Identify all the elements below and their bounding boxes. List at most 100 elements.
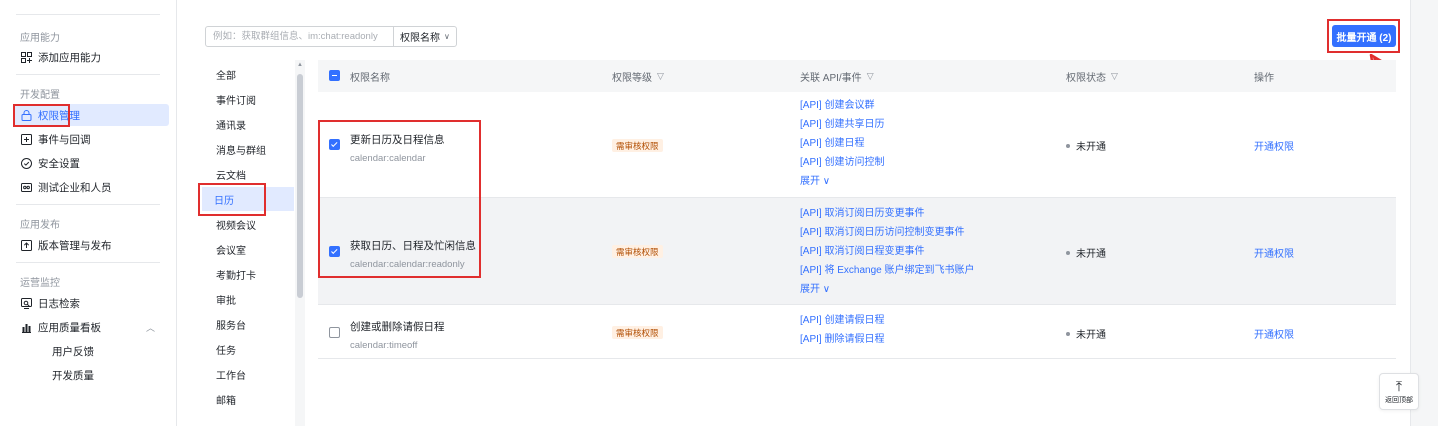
- category-item[interactable]: 通讯录: [204, 112, 296, 136]
- nav-item-label: 开发质量: [52, 369, 94, 382]
- category-item[interactable]: 审批: [204, 287, 296, 311]
- status-dot-icon: [1066, 331, 1070, 336]
- search-input[interactable]: [206, 27, 393, 46]
- nav-item-quality-board[interactable]: 应用质量看板 ︿: [14, 316, 169, 338]
- select-all-checkbox[interactable]: [329, 70, 340, 81]
- row-checkbox[interactable]: [329, 327, 340, 338]
- perm-name: 更新日历及日程信息: [350, 134, 445, 146]
- expand-label: 展开: [800, 284, 820, 295]
- header-status[interactable]: 权限状态 ▽: [1066, 69, 1118, 84]
- nav-divider: [16, 204, 160, 205]
- row-checkbox[interactable]: [329, 139, 340, 150]
- status-text: 未开通: [1066, 245, 1106, 260]
- category-item[interactable]: 云文档: [204, 162, 296, 186]
- nav-item-permission-manage[interactable]: 权限管理: [14, 104, 169, 126]
- nav-item-log-search[interactable]: 日志检索: [14, 292, 169, 314]
- expand-link[interactable]: 展开 ∨: [800, 172, 884, 191]
- table-header: 权限名称 权限等级 ▽ 关联 API/事件 ▽ 权限状态 ▽ 操作: [318, 60, 1396, 92]
- nav-divider: [16, 262, 160, 263]
- left-nav: 应用能力 添加应用能力 开发配置 权限管理 事件与回调 安全设置 测试企业和人员…: [0, 0, 176, 426]
- right-edge-panel: [1410, 0, 1438, 426]
- filter-icon[interactable]: ▽: [867, 71, 874, 82]
- nav-item-test-enterprise[interactable]: 测试企业和人员: [14, 176, 169, 198]
- batch-enable-button[interactable]: 批量开通 (2): [1332, 25, 1396, 47]
- nav-item-label: 版本管理与发布: [38, 239, 112, 252]
- header-api-label: 关联 API/事件: [800, 73, 862, 84]
- table-row: 更新日历及日程信息 calendar:calendar 需审核权限 [API] …: [318, 92, 1396, 198]
- perm-name-cell: 创建或删除请假日程 calendar:timeoff: [350, 319, 445, 351]
- header-level-label: 权限等级: [612, 73, 652, 84]
- category-item[interactable]: 服务台: [204, 312, 296, 336]
- enable-permission-link[interactable]: 开通权限: [1254, 245, 1294, 260]
- expand-label: 展开: [800, 176, 820, 187]
- filter-icon[interactable]: ▽: [1111, 71, 1118, 82]
- nav-item-user-feedback[interactable]: 用户反馈: [14, 340, 169, 362]
- back-to-top-button[interactable]: ⤒ 返回顶部: [1379, 373, 1419, 410]
- enable-permission-link[interactable]: 开通权限: [1254, 138, 1294, 153]
- category-item[interactable]: 任务: [204, 337, 296, 361]
- row-checkbox[interactable]: [329, 246, 340, 257]
- category-item-active[interactable]: 日历: [202, 187, 294, 211]
- table-row: 获取日历、日程及忙闲信息 calendar:calendar:readonly …: [318, 198, 1396, 305]
- test-icon: [20, 181, 32, 193]
- api-link[interactable]: [API] 取消订阅日历变更事件: [800, 204, 975, 223]
- api-list: [API] 创建请假日程 [API] 删除请假日程: [800, 311, 884, 349]
- api-link[interactable]: [API] 创建日程: [800, 134, 884, 153]
- nav-item-security[interactable]: 安全设置: [14, 152, 169, 174]
- filter-icon[interactable]: ▽: [657, 71, 664, 82]
- category-item[interactable]: 会议室: [204, 237, 296, 261]
- nav-item-label: 添加应用能力: [38, 51, 101, 64]
- nav-item-dev-quality[interactable]: 开发质量: [14, 364, 169, 386]
- nav-item-label: 测试企业和人员: [38, 181, 112, 194]
- nav-item-add-ability[interactable]: 添加应用能力: [14, 46, 169, 68]
- scroll-up-icon[interactable]: ▲: [297, 62, 303, 68]
- category-item[interactable]: 全部: [204, 62, 296, 86]
- api-link[interactable]: [API] 创建访问控制: [800, 153, 884, 172]
- api-link[interactable]: [API] 创建请假日程: [800, 311, 884, 330]
- category-item[interactable]: 工作台: [204, 362, 296, 386]
- header-name: 权限名称: [350, 73, 390, 84]
- chevron-down-icon: ∨: [822, 284, 831, 295]
- level-badge: 需审核权限: [612, 139, 663, 152]
- nav-divider: [16, 74, 160, 75]
- api-link[interactable]: [API] 取消订阅日程变更事件: [800, 242, 975, 261]
- header-op: 操作: [1254, 73, 1274, 84]
- nav-item-label: 权限管理: [38, 109, 80, 122]
- api-link[interactable]: [API] 创建共享日历: [800, 115, 884, 134]
- category-item[interactable]: 邮箱: [204, 387, 296, 411]
- header-api[interactable]: 关联 API/事件 ▽: [800, 69, 874, 84]
- perm-code: calendar:timeoff: [350, 340, 418, 351]
- api-link[interactable]: [API] 删除请假日程: [800, 330, 884, 349]
- api-link[interactable]: [API] 取消订阅日历访问控制变更事件: [800, 223, 975, 242]
- category-list: 全部 事件订阅 通讯录 消息与群组 云文档 日历 视频会议 会议室 考勤打卡 审…: [190, 60, 296, 426]
- search-field-select-label: 权限名称: [400, 33, 440, 44]
- table-row: 创建或删除请假日程 calendar:timeoff 需审核权限 [API] 创…: [318, 305, 1396, 359]
- expand-link[interactable]: 展开 ∨: [800, 280, 975, 299]
- category-item[interactable]: 考勤打卡: [204, 262, 296, 286]
- arrow-up-icon: ⤒: [1395, 377, 1403, 394]
- nav-group-ops: 运营监控: [20, 278, 60, 289]
- enable-permission-link[interactable]: 开通权限: [1254, 326, 1294, 341]
- nav-item-version-manage[interactable]: 版本管理与发布: [14, 234, 169, 256]
- api-link[interactable]: [API] 将 Exchange 账户绑定到飞书账户: [800, 261, 975, 280]
- perm-code: calendar:calendar: [350, 153, 426, 164]
- perm-code: calendar:calendar:readonly: [350, 259, 465, 270]
- status-label: 未开通: [1076, 249, 1106, 260]
- category-scrollbar-thumb[interactable]: [297, 74, 303, 298]
- category-item[interactable]: 事件订阅: [204, 87, 296, 111]
- nav-item-label: 事件与回调: [38, 133, 91, 146]
- header-level[interactable]: 权限等级 ▽: [612, 69, 664, 84]
- category-item[interactable]: 消息与群组: [204, 137, 296, 161]
- status-label: 未开通: [1076, 330, 1106, 341]
- search-bar: 权限名称 ∨: [205, 26, 457, 47]
- chevron-up-icon[interactable]: ︿: [146, 321, 155, 334]
- category-item[interactable]: 视频会议: [204, 212, 296, 236]
- status-text: 未开通: [1066, 326, 1106, 341]
- log-search-icon: [20, 297, 32, 309]
- nav-item-events-callbacks[interactable]: 事件与回调: [14, 128, 169, 150]
- chevron-down-icon: ∨: [444, 32, 450, 41]
- back-to-top-label: 返回顶部: [1385, 396, 1413, 404]
- api-link[interactable]: [API] 创建会议群: [800, 96, 884, 115]
- nav-divider-vertical: [176, 0, 177, 426]
- search-field-select[interactable]: 权限名称 ∨: [393, 27, 456, 46]
